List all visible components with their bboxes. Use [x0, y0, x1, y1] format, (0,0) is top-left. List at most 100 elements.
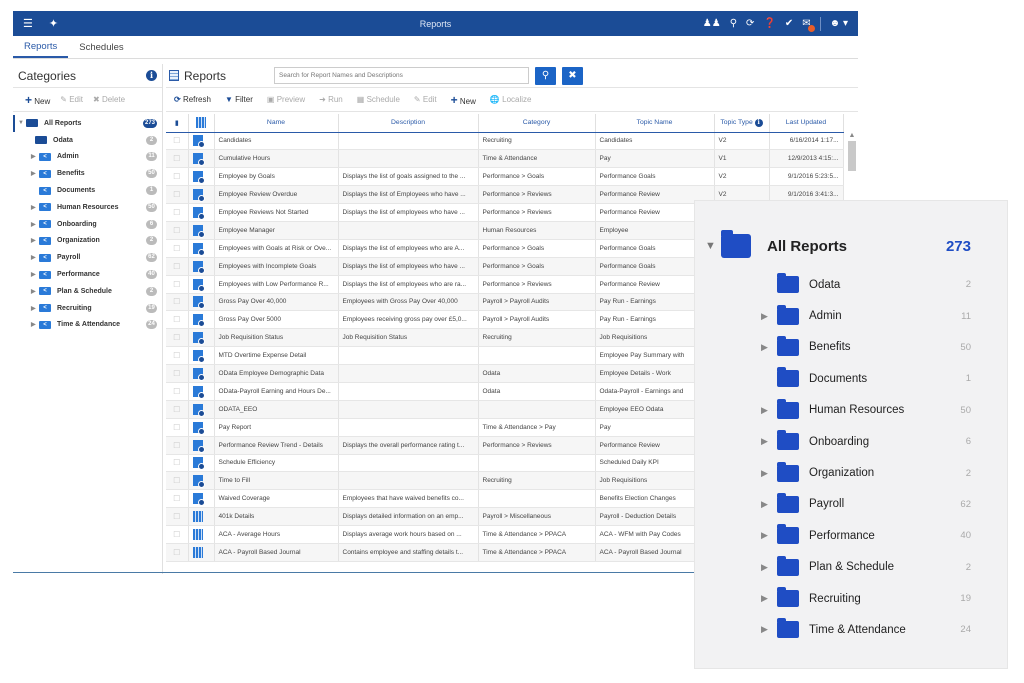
collapse-arrow-icon[interactable]: ▼	[18, 120, 26, 126]
overlay-tree-node[interactable]: ▶ Recruiting 19	[761, 583, 971, 614]
bookmark-toggle[interactable]: ☐	[166, 454, 189, 473]
bookmark-toggle[interactable]: ☐	[166, 471, 189, 491]
people-icon[interactable]: ♟♟	[703, 18, 721, 29]
new-report-button[interactable]: + New	[451, 93, 476, 107]
bookmark-toggle[interactable]: ☐	[166, 346, 189, 366]
expand-arrow-icon[interactable]: ▶	[761, 342, 777, 353]
overlay-tree-node[interactable]: ▶ Human Resources 50	[761, 395, 971, 426]
scroll-up-icon[interactable]: ▲	[846, 132, 858, 139]
refresh-icon[interactable]: ⟳	[746, 18, 754, 29]
table-row[interactable]: ☐ Candidates Recruiting Candidates V2 6/16/20…	[166, 132, 844, 151]
overlay-tree-node[interactable]: ▶ Organization 2	[761, 457, 971, 488]
new-category-button[interactable]: + New	[25, 93, 50, 107]
overlay-tree-node[interactable]: Documents 1	[761, 363, 971, 394]
bookmark-toggle[interactable]: ☐	[166, 400, 189, 419]
col-category[interactable]: Category	[478, 114, 596, 133]
col-name[interactable]: Name	[214, 114, 339, 133]
localize-button[interactable]: 🌐 Localize	[490, 95, 532, 104]
expand-arrow-icon[interactable]: ▶	[761, 530, 777, 541]
overlay-tree-node[interactable]: ▶ Payroll 62	[761, 489, 971, 520]
expand-arrow-icon[interactable]: ▶	[31, 153, 39, 160]
overlay-tree-node[interactable]: ▶ Admin 11	[761, 300, 971, 331]
clear-search-button[interactable]: ✖	[562, 66, 583, 85]
overlay-tree-node[interactable]: ▶ Time & Attendance 24	[761, 614, 971, 645]
bookmark-toggle[interactable]: ☐	[166, 382, 189, 401]
tree-node-payroll[interactable]: ▶ < Payroll 62	[13, 249, 162, 266]
col-description[interactable]: Description	[338, 114, 479, 133]
bookmark-toggle[interactable]: ☐	[166, 364, 189, 383]
bookmark-toggle[interactable]: ☐	[166, 221, 189, 240]
expand-arrow-icon[interactable]: ▶	[761, 499, 777, 510]
tree-node-organization[interactable]: ▶ < Organization 2	[13, 233, 162, 250]
pin-icon[interactable]: ✦	[49, 17, 58, 30]
tree-node-performance[interactable]: ▶ < Performance 40	[13, 266, 162, 283]
bookmark-toggle[interactable]: ☐	[166, 185, 189, 205]
menu-icon[interactable]: ☰	[23, 17, 33, 30]
expand-arrow-icon[interactable]: ▶	[761, 593, 777, 604]
expand-arrow-icon[interactable]: ▶	[761, 311, 777, 322]
preview-button[interactable]: ▣ Preview	[267, 95, 305, 104]
bookmark-toggle[interactable]: ☐	[166, 203, 189, 222]
delete-category-button[interactable]: ✖ Delete	[93, 95, 125, 104]
overlay-tree-node[interactable]: ▶ Benefits 50	[761, 332, 971, 363]
search-icon[interactable]: ⚲	[730, 18, 737, 29]
expand-arrow-icon[interactable]: ▶	[761, 468, 777, 479]
overlay-tree-node[interactable]: Odata 2	[761, 269, 971, 300]
tree-node-recruiting[interactable]: ▶ < Recruiting 19	[13, 300, 162, 317]
refresh-button[interactable]: ⟳ Refresh	[174, 95, 211, 104]
tree-node-all-reports[interactable]: ▼ All Reports 273	[13, 115, 162, 132]
col-topic-type[interactable]: Topic Type i	[714, 114, 770, 133]
tree-node-human-resources[interactable]: ▶ < Human Resources 50	[13, 199, 162, 216]
search-input[interactable]	[274, 67, 529, 84]
tree-node-onboarding[interactable]: ▶ < Onboarding 6	[13, 216, 162, 233]
mail-icon[interactable]: ✉	[802, 18, 815, 32]
table-row[interactable]: ☐ Employee by Goals Displays the list of g…	[166, 167, 844, 187]
check-icon[interactable]: ✔	[785, 18, 793, 29]
bookmark-toggle[interactable]: ☐	[166, 149, 189, 169]
tree-node-admin[interactable]: ▶ < Admin 11	[13, 149, 162, 166]
bookmark-toggle[interactable]: ☐	[166, 167, 189, 187]
bookmark-toggle[interactable]: ☐	[166, 507, 189, 527]
edit-category-button[interactable]: ✎ Edit	[60, 95, 83, 104]
schedule-button[interactable]: ▦ Schedule	[357, 95, 400, 104]
expand-arrow-icon[interactable]: ▶	[31, 271, 39, 278]
expand-arrow-icon[interactable]: ▶	[31, 305, 39, 312]
filter-button[interactable]: ▼ Filter	[225, 95, 253, 104]
bookmark-header[interactable]: ▮	[166, 114, 189, 133]
expand-arrow-icon[interactable]: ▶	[31, 221, 39, 228]
bookmark-toggle[interactable]: ☐	[166, 543, 189, 562]
bookmark-toggle[interactable]: ☐	[166, 489, 189, 509]
collapse-arrow-icon[interactable]: ▼	[705, 240, 721, 252]
tree-node-benefits[interactable]: ▶ < Benefits 50	[13, 165, 162, 182]
tab-schedules[interactable]: Schedules	[68, 42, 134, 58]
tree-node-documents[interactable]: < Documents 1	[13, 182, 162, 199]
bookmark-toggle[interactable]: ☐	[166, 525, 189, 544]
bookmark-toggle[interactable]: ☐	[166, 310, 189, 330]
bookmark-toggle[interactable]: ☐	[166, 239, 189, 258]
expand-arrow-icon[interactable]: ▶	[31, 204, 39, 211]
run-button[interactable]: ➜ Run	[319, 95, 343, 104]
expand-arrow-icon[interactable]: ▶	[31, 254, 39, 261]
bookmark-toggle[interactable]: ☐	[166, 328, 189, 348]
bookmark-toggle[interactable]: ☐	[166, 257, 189, 276]
bookmark-toggle[interactable]: ☐	[166, 436, 189, 455]
expand-arrow-icon[interactable]: ▶	[761, 436, 777, 447]
bookmark-toggle[interactable]: ☐	[166, 293, 189, 312]
expand-arrow-icon[interactable]: ▶	[761, 562, 777, 573]
tab-reports[interactable]: Reports	[13, 41, 69, 58]
overlay-tree-node[interactable]: ▶ Onboarding 6	[761, 426, 971, 457]
edit-report-button[interactable]: ✎ Edit	[414, 95, 437, 104]
info-icon[interactable]: i	[754, 118, 763, 127]
bookmark-toggle[interactable]: ☐	[166, 132, 189, 151]
bookmark-toggle[interactable]: ☐	[166, 418, 189, 437]
info-icon[interactable]: i	[146, 70, 157, 81]
tree-node-time-attendance[interactable]: ▶ < Time & Attendance 24	[13, 317, 162, 334]
overlay-tree-node[interactable]: ▶ Performance 40	[761, 520, 971, 551]
search-button[interactable]: ⚲	[535, 66, 556, 85]
scroll-thumb[interactable]	[848, 141, 856, 171]
bookmark-toggle[interactable]: ☐	[166, 275, 189, 294]
table-row[interactable]: ☐ Cumulative Hours Time & Attendance Pay V1 1…	[166, 149, 844, 169]
expand-arrow-icon[interactable]: ▶	[761, 405, 777, 416]
expand-arrow-icon[interactable]: ▶	[31, 170, 39, 177]
overlay-root-node[interactable]: ▼ All Reports 273	[705, 230, 971, 261]
